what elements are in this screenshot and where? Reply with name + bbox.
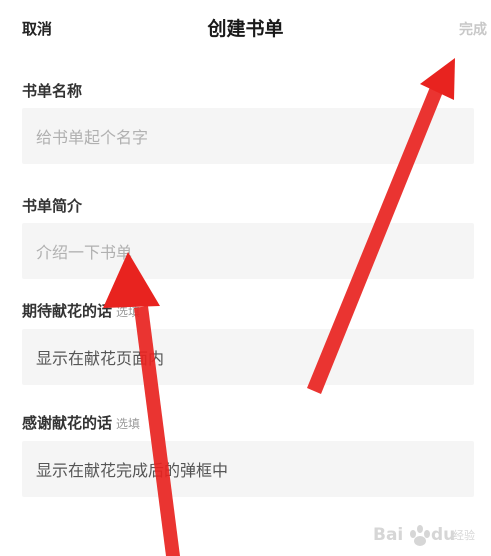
thanks-flowers-placeholder: 显示在献花完成后的弹框中 [36, 461, 229, 480]
svg-text:du: du [431, 525, 455, 545]
booklist-intro-input[interactable]: 介绍一下书单 [22, 223, 474, 279]
booklist-name-label: 书单名称 [22, 80, 82, 101]
expect-flowers-optional-tag: 选填 [116, 305, 141, 319]
booklist-intro-label-text: 书单简介 [22, 197, 83, 215]
svg-text:Bai: Bai [373, 525, 403, 545]
booklist-intro-placeholder: 介绍一下书单 [36, 243, 133, 262]
top-bar: 取消 创建书单 完成 [0, 0, 491, 54]
thanks-flowers-optional-tag: 选填 [116, 417, 141, 431]
booklist-intro-label: 书单简介 [22, 195, 82, 216]
done-button[interactable]: 完成 [459, 19, 487, 39]
expect-flowers-label-text: 期待献花的话 [22, 302, 113, 320]
page-title: 创建书单 [207, 18, 284, 40]
booklist-name-input[interactable]: 给书单起个名字 [22, 108, 474, 164]
baidu-paw-icon [410, 525, 430, 546]
booklist-name-placeholder: 给书单起个名字 [36, 128, 149, 147]
thanks-flowers-label: 感谢献花的话 选填 [22, 412, 140, 433]
booklist-name-label-text: 书单名称 [22, 82, 83, 100]
expect-flowers-input[interactable]: 显示在献花页面内 [22, 329, 474, 385]
expect-flowers-placeholder: 显示在献花页面内 [36, 349, 165, 368]
svg-text:经验: 经验 [453, 528, 475, 542]
thanks-flowers-label-text: 感谢献花的话 [22, 414, 113, 432]
thanks-flowers-input[interactable]: 显示在献花完成后的弹框中 [22, 441, 474, 497]
baidu-jingyan-watermark: Bai du 经验 [373, 525, 475, 546]
arrow-to-intro-input [103, 252, 180, 556]
expect-flowers-label: 期待献花的话 选填 [22, 300, 140, 321]
